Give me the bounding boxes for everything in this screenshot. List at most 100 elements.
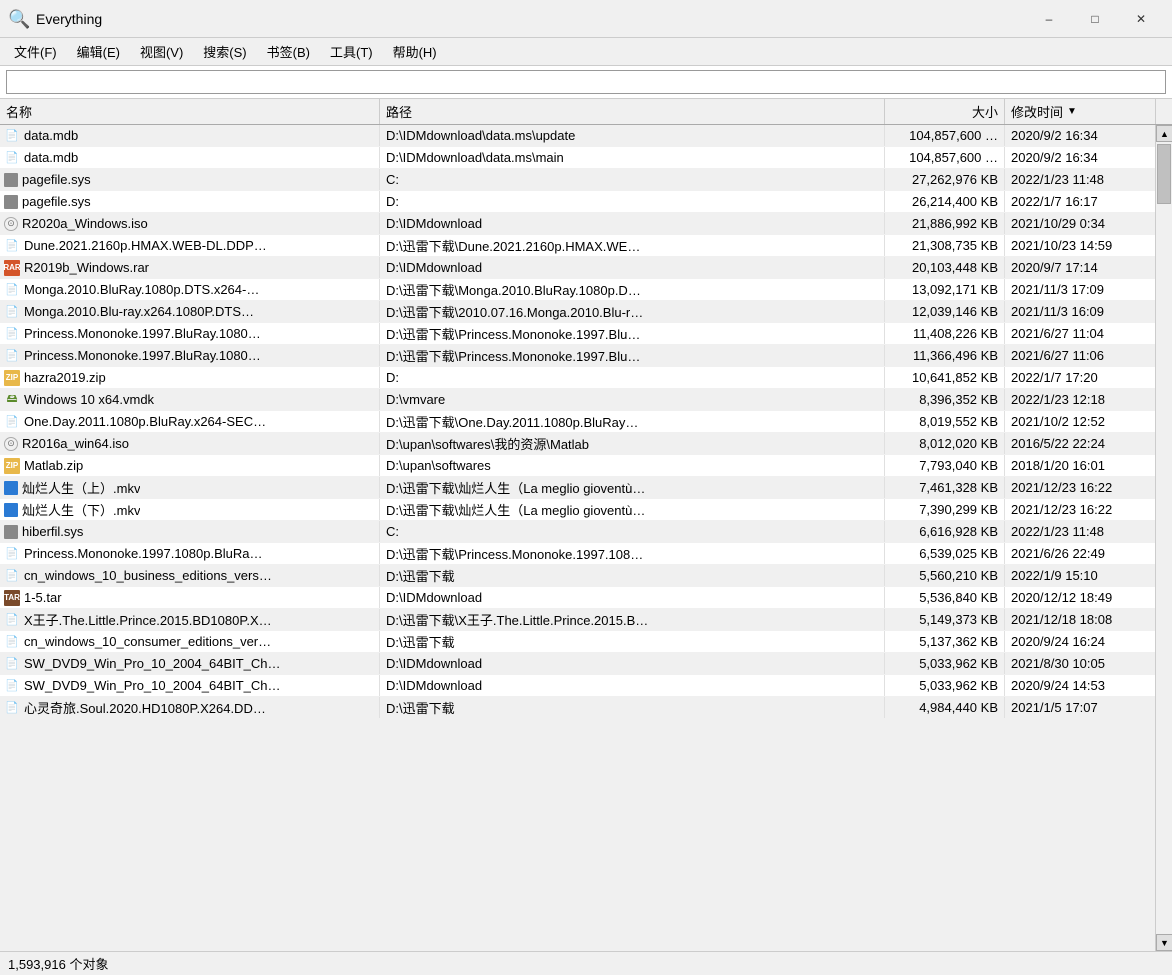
cell-date: 2021/12/18 18:08	[1005, 609, 1155, 630]
menu-item[interactable]: 视图(V)	[130, 38, 193, 65]
table-row[interactable]: 灿烂人生（上）.mkv D:\迅雷下载\灿烂人生（La meglio giove…	[0, 477, 1155, 499]
table-row[interactable]: 📄 Dune.2021.2160p.HMAX.WEB-DL.DDP… D:\迅雷…	[0, 235, 1155, 257]
cell-size: 21,886,992 KB	[885, 213, 1005, 234]
search-bar	[0, 66, 1172, 99]
menu-item[interactable]: 搜索(S)	[193, 38, 256, 65]
file-list-container: 📄 data.mdb D:\IDMdownload\data.ms\update…	[0, 125, 1172, 951]
sys-icon	[4, 195, 18, 209]
menu-item[interactable]: 编辑(E)	[67, 38, 130, 65]
table-row[interactable]: 🖴 Windows 10 x64.vmdk D:\vmvare 8,396,35…	[0, 389, 1155, 411]
table-row[interactable]: 📄 data.mdb D:\IDMdownload\data.ms\update…	[0, 125, 1155, 147]
menu-item[interactable]: 工具(T)	[320, 38, 383, 65]
cell-size: 5,560,210 KB	[885, 565, 1005, 586]
scroll-thumb[interactable]	[1157, 144, 1171, 204]
cell-size: 13,092,171 KB	[885, 279, 1005, 300]
cell-date: 2021/6/27 11:06	[1005, 345, 1155, 366]
cell-name: 📄 data.mdb	[0, 125, 380, 146]
cell-size: 5,033,962 KB	[885, 675, 1005, 696]
cell-date: 2022/1/23 12:18	[1005, 389, 1155, 410]
table-row[interactable]: 📄 X王子.The.Little.Prince.2015.BD1080P.X… …	[0, 609, 1155, 631]
menu-item[interactable]: 书签(B)	[257, 38, 320, 65]
scroll-track[interactable]	[1156, 142, 1172, 934]
file-icon: 📄	[4, 700, 20, 716]
file-icon: 📄	[4, 568, 20, 584]
table-row[interactable]: ZIP Matlab.zip D:\upan\softwares 7,793,0…	[0, 455, 1155, 477]
table-row[interactable]: RAR R2019b_Windows.rar D:\IDMdownload 20…	[0, 257, 1155, 279]
sys-icon	[4, 525, 18, 539]
table-row[interactable]: ZIP hazra2019.zip D: 10,641,852 KB 2022/…	[0, 367, 1155, 389]
table-row[interactable]: 📄 Princess.Mononoke.1997.1080p.BluRa… D:…	[0, 543, 1155, 565]
file-name: cn_windows_10_consumer_editions_ver…	[24, 634, 271, 649]
file-icon: 📄	[4, 326, 20, 342]
cell-size: 5,137,362 KB	[885, 631, 1005, 652]
cell-path: D:\IDMdownload	[380, 675, 885, 696]
cell-size: 5,149,373 KB	[885, 609, 1005, 630]
minimize-button[interactable]: –	[1026, 4, 1072, 34]
cell-name: 📄 cn_windows_10_consumer_editions_ver…	[0, 631, 380, 652]
table-row[interactable]: 📄 Monga.2010.BluRay.1080p.DTS.x264-… D:\…	[0, 279, 1155, 301]
file-name: hiberfil.sys	[22, 524, 83, 539]
cell-date: 2018/1/20 16:01	[1005, 455, 1155, 476]
cell-path: D:\迅雷下载	[380, 697, 885, 718]
table-row[interactable]: TAR 1-5.tar D:\IDMdownload 5,536,840 KB …	[0, 587, 1155, 609]
search-input[interactable]	[6, 70, 1166, 94]
table-row[interactable]: 📄 Monga.2010.Blu-ray.x264.1080P.DTS… D:\…	[0, 301, 1155, 323]
file-name: R2016a_win64.iso	[22, 436, 129, 451]
file-list[interactable]: 📄 data.mdb D:\IDMdownload\data.ms\update…	[0, 125, 1155, 951]
table-row[interactable]: 📄 cn_windows_10_business_editions_vers… …	[0, 565, 1155, 587]
cell-name: 📄 SW_DVD9_Win_Pro_10_2004_64BIT_Ch…	[0, 653, 380, 674]
table-row[interactable]: 📄 Princess.Mononoke.1997.BluRay.1080… D:…	[0, 323, 1155, 345]
table-row[interactable]: hiberfil.sys C: 6,616,928 KB 2022/1/23 1…	[0, 521, 1155, 543]
menu-item[interactable]: 文件(F)	[4, 38, 67, 65]
zip-icon: ZIP	[4, 458, 20, 474]
cell-path: D:\迅雷下载\Princess.Mononoke.1997.Blu…	[380, 323, 885, 344]
table-row[interactable]: 📄 SW_DVD9_Win_Pro_10_2004_64BIT_Ch… D:\I…	[0, 675, 1155, 697]
cell-date: 2020/9/24 14:53	[1005, 675, 1155, 696]
cell-name: pagefile.sys	[0, 169, 380, 190]
table-row[interactable]: 📄 One.Day.2011.1080p.BluRay.x264-SEC… D:…	[0, 411, 1155, 433]
scrollbar[interactable]: ▲ ▼	[1155, 125, 1172, 951]
col-header-path[interactable]: 路径	[380, 99, 885, 124]
cell-path: D:\迅雷下载\灿烂人生（La meglio gioventù…	[380, 477, 885, 498]
cell-size: 11,408,226 KB	[885, 323, 1005, 344]
table-row[interactable]: pagefile.sys C: 27,262,976 KB 2022/1/23 …	[0, 169, 1155, 191]
sys-icon	[4, 173, 18, 187]
table-row[interactable]: 📄 cn_windows_10_consumer_editions_ver… D…	[0, 631, 1155, 653]
cell-path: D:\迅雷下载\X王子.The.Little.Prince.2015.B…	[380, 609, 885, 630]
table-row[interactable]: 灿烂人生（下）.mkv D:\迅雷下载\灿烂人生（La meglio giove…	[0, 499, 1155, 521]
file-name: SW_DVD9_Win_Pro_10_2004_64BIT_Ch…	[24, 656, 281, 671]
cell-date: 2022/1/23 11:48	[1005, 521, 1155, 542]
table-row[interactable]: 📄 SW_DVD9_Win_Pro_10_2004_64BIT_Ch… D:\I…	[0, 653, 1155, 675]
status-bar: 1,593,916 个对象	[0, 951, 1172, 975]
scroll-up-button[interactable]: ▲	[1156, 125, 1172, 142]
table-row[interactable]: 📄 Princess.Mononoke.1997.BluRay.1080… D:…	[0, 345, 1155, 367]
cell-path: D:	[380, 367, 885, 388]
maximize-button[interactable]: □	[1072, 4, 1118, 34]
col-header-date[interactable]: 修改时间 ▼	[1005, 99, 1155, 124]
table-row[interactable]: 📄 data.mdb D:\IDMdownload\data.ms\main 1…	[0, 147, 1155, 169]
cell-size: 4,984,440 KB	[885, 697, 1005, 718]
close-button[interactable]: ✕	[1118, 4, 1164, 34]
cell-name: ZIP Matlab.zip	[0, 455, 380, 476]
col-header-size[interactable]: 大小	[885, 99, 1005, 124]
file-name: R2019b_Windows.rar	[24, 260, 149, 275]
cell-date: 2016/5/22 22:24	[1005, 433, 1155, 454]
cell-name: ZIP hazra2019.zip	[0, 367, 380, 388]
table-row[interactable]: 📄 心灵奇旅.Soul.2020.HD1080P.X264.DD… D:\迅雷下…	[0, 697, 1155, 719]
file-name: 1-5.tar	[24, 590, 62, 605]
table-row[interactable]: pagefile.sys D: 26,214,400 KB 2022/1/7 1…	[0, 191, 1155, 213]
menu-bar: 文件(F)编辑(E)视图(V)搜索(S)书签(B)工具(T)帮助(H)	[0, 38, 1172, 66]
cell-size: 21,308,735 KB	[885, 235, 1005, 256]
cell-name: RAR R2019b_Windows.rar	[0, 257, 380, 278]
file-name: X王子.The.Little.Prince.2015.BD1080P.X…	[24, 610, 272, 629]
table-row[interactable]: ⊙ R2020a_Windows.iso D:\IDMdownload 21,8…	[0, 213, 1155, 235]
table-row[interactable]: ⊙ R2016a_win64.iso D:\upan\softwares\我的资…	[0, 433, 1155, 455]
cell-date: 2022/1/7 16:17	[1005, 191, 1155, 212]
sort-arrow-icon: ▼	[1067, 106, 1077, 117]
cell-name: ⊙ R2020a_Windows.iso	[0, 213, 380, 234]
menu-item[interactable]: 帮助(H)	[383, 38, 447, 65]
scroll-down-button[interactable]: ▼	[1156, 934, 1172, 951]
col-header-name[interactable]: 名称	[0, 99, 380, 124]
cell-date: 2021/10/23 14:59	[1005, 235, 1155, 256]
file-name: Princess.Mononoke.1997.BluRay.1080…	[24, 348, 261, 363]
